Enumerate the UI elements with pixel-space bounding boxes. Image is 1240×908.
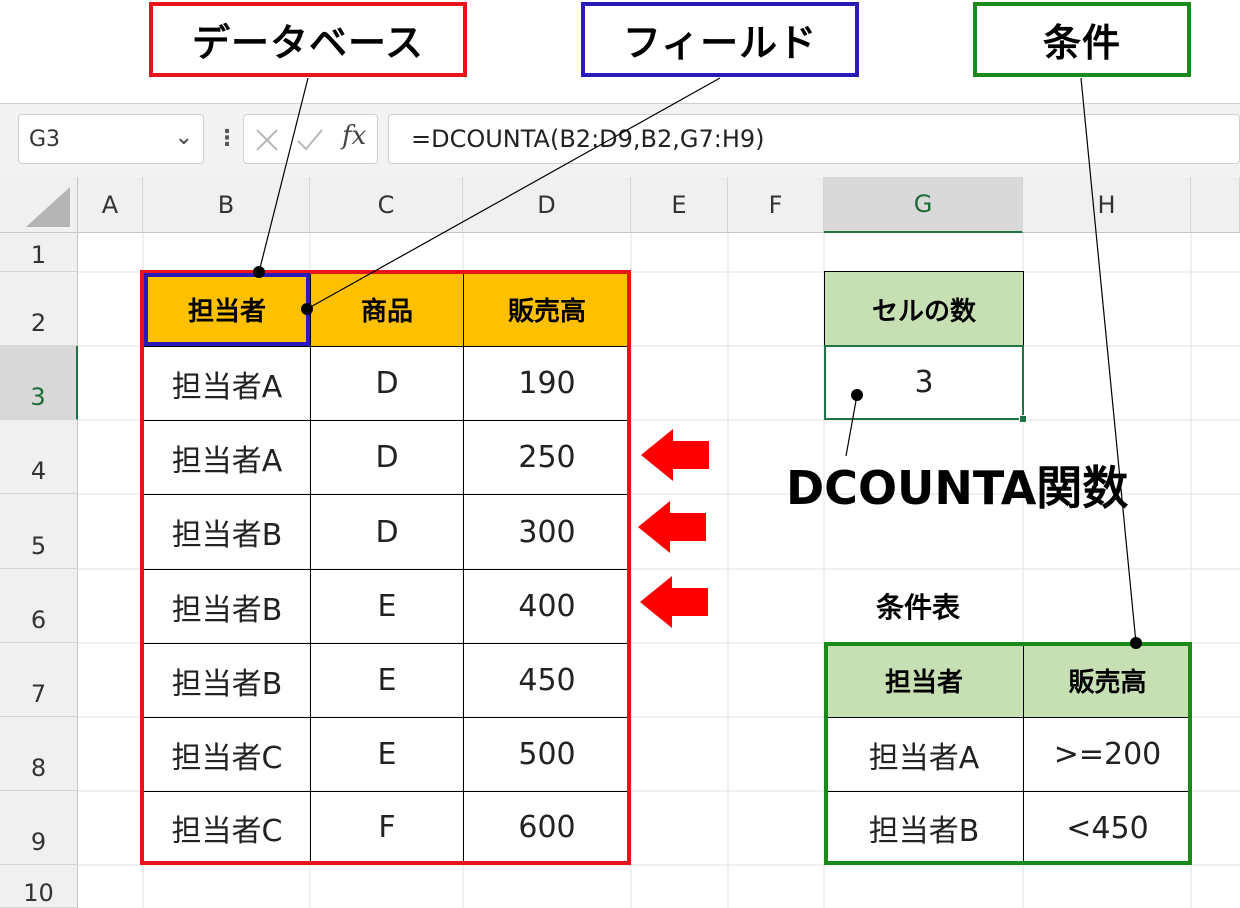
- leader-dot: [851, 389, 863, 401]
- leader-dot: [1130, 637, 1142, 649]
- callout-leader-lines: [253, 77, 1142, 649]
- leader-dot: [301, 303, 313, 315]
- leader-dot: [253, 266, 265, 278]
